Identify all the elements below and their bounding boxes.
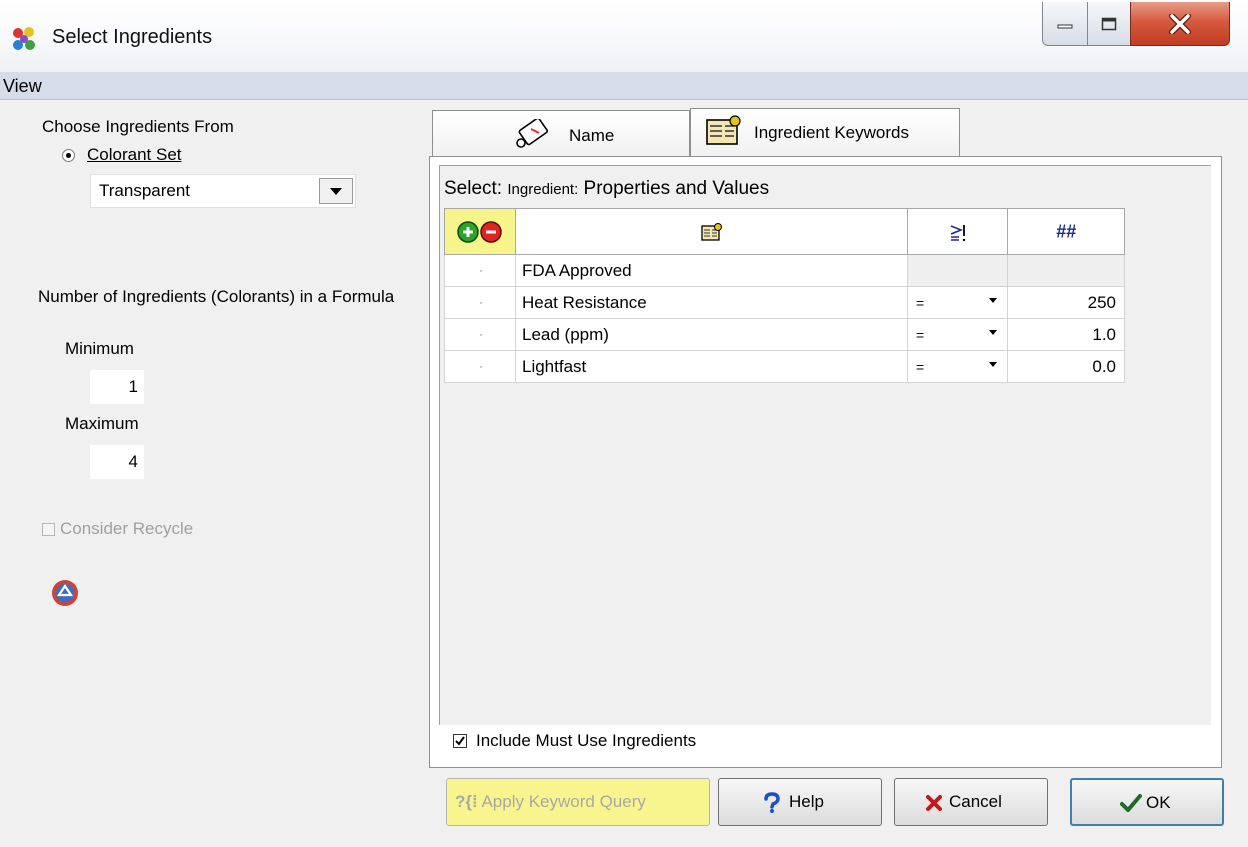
include-must-use-checkbox[interactable] bbox=[453, 734, 467, 748]
ok-label: OK bbox=[1146, 793, 1171, 812]
minimize-button[interactable] bbox=[1042, 2, 1088, 46]
number-of-ingredients-label: Number of Ingredients (Colorants) in a F… bbox=[38, 287, 395, 306]
choose-ingredients-label: Choose Ingredients From bbox=[42, 117, 234, 136]
row-selector[interactable] bbox=[444, 287, 516, 319]
row-selector[interactable] bbox=[444, 351, 516, 383]
include-must-use-label[interactable]: Include Must Use Ingredients bbox=[476, 731, 696, 751]
consider-recycle-label[interactable]: Consider Recycle bbox=[60, 519, 193, 539]
properties-label: Properties and Values bbox=[583, 178, 770, 199]
menu-view[interactable]: View bbox=[3, 76, 42, 97]
colorant-set-dropdown[interactable]: Transparent bbox=[90, 174, 356, 208]
cancel-button[interactable]: Cancel bbox=[894, 778, 1048, 826]
operator-dropdown[interactable]: = bbox=[908, 319, 1008, 351]
maximize-icon bbox=[1101, 17, 1117, 30]
property-cell[interactable]: Lightfast bbox=[516, 351, 908, 383]
close-icon bbox=[1169, 13, 1191, 34]
value-header: ## bbox=[1008, 208, 1125, 255]
checkmark-icon bbox=[455, 736, 465, 746]
keyword-icon bbox=[700, 222, 722, 241]
minimum-value: 1 bbox=[128, 377, 138, 396]
tab-ingredient-keywords-label: Ingredient Keywords bbox=[754, 123, 909, 142]
chevron-down-icon[interactable] bbox=[989, 330, 997, 335]
tab-name[interactable]: Name bbox=[432, 110, 690, 157]
name-tag-icon bbox=[516, 119, 549, 148]
recycle-icon[interactable] bbox=[50, 578, 80, 608]
ok-button[interactable]: OK bbox=[1070, 778, 1224, 826]
add-remove-icon[interactable] bbox=[456, 220, 504, 244]
add-remove-header[interactable] bbox=[444, 208, 516, 255]
tab-name-label: Name bbox=[569, 126, 615, 145]
consider-recycle-checkbox[interactable] bbox=[42, 523, 55, 536]
colorant-set-radio[interactable] bbox=[62, 149, 75, 162]
value-cell[interactable]: 1.0 bbox=[1008, 319, 1125, 351]
value-cell[interactable]: 0.0 bbox=[1008, 351, 1125, 383]
operator-dropdown[interactable]: = bbox=[908, 287, 1008, 319]
table-row[interactable]: FDA Approved bbox=[444, 255, 1125, 287]
maximum-label: Maximum bbox=[65, 414, 139, 433]
value-icon: ## bbox=[1055, 221, 1077, 241]
help-icon bbox=[764, 792, 780, 813]
tab-ingredient-keywords[interactable]: Ingredient Keywords bbox=[690, 108, 960, 156]
minimize-icon bbox=[1057, 24, 1073, 28]
table-row[interactable]: Lightfast = 0.0 bbox=[444, 351, 1125, 383]
apply-keyword-query-label: Apply Keyword Query bbox=[481, 792, 646, 811]
colorant-app-icon bbox=[13, 27, 35, 50]
operator-dropdown[interactable]: = bbox=[908, 351, 1008, 383]
property-cell[interactable]: Heat Resistance bbox=[516, 287, 908, 319]
chevron-down-icon[interactable] bbox=[989, 298, 997, 303]
property-cell[interactable]: Lead (ppm) bbox=[516, 319, 908, 351]
operator-header bbox=[908, 208, 1008, 255]
window-title: Select Ingredients bbox=[52, 26, 213, 48]
ingredient-label: Ingredient: bbox=[507, 181, 579, 198]
chevron-down-icon[interactable] bbox=[989, 362, 997, 367]
grid-header-row: ## bbox=[444, 208, 1125, 255]
row-selector[interactable] bbox=[444, 255, 516, 287]
close-button[interactable] bbox=[1130, 2, 1230, 46]
row-selector[interactable] bbox=[444, 319, 516, 351]
operator-cell bbox=[908, 255, 1008, 287]
operator-icon bbox=[950, 224, 965, 241]
menu-bar: View bbox=[0, 72, 1248, 100]
colorant-set-value: Transparent bbox=[99, 181, 191, 200]
query-icon: ?{⁞ bbox=[455, 792, 478, 811]
value-cell bbox=[1008, 255, 1125, 287]
help-button[interactable]: Help bbox=[718, 778, 882, 826]
ok-check-icon bbox=[1120, 794, 1142, 812]
minimum-input[interactable]: 1 bbox=[90, 370, 144, 404]
select-label: Select: bbox=[444, 178, 503, 199]
table-row[interactable]: Lead (ppm) = 1.0 bbox=[444, 319, 1125, 351]
maximize-button[interactable] bbox=[1087, 2, 1131, 46]
help-label: Help bbox=[789, 792, 824, 811]
colorant-set-label[interactable]: Colorant Set bbox=[87, 145, 182, 165]
maximum-input[interactable]: 4 bbox=[90, 445, 144, 479]
minimum-label: Minimum bbox=[65, 339, 134, 358]
maximum-value: 4 bbox=[128, 452, 138, 471]
apply-keyword-query-button[interactable]: ?{⁞ Apply Keyword Query bbox=[446, 778, 710, 826]
property-cell[interactable]: FDA Approved bbox=[516, 255, 908, 287]
keywords-icon bbox=[706, 115, 741, 145]
keyword-header bbox=[516, 208, 908, 255]
cancel-label: Cancel bbox=[949, 792, 1002, 811]
cancel-icon bbox=[926, 795, 942, 811]
chevron-down-icon[interactable] bbox=[319, 178, 353, 204]
value-cell[interactable]: 250 bbox=[1008, 287, 1125, 319]
table-row[interactable]: Heat Resistance = 250 bbox=[444, 287, 1125, 319]
title-bar[interactable]: Select Ingredients bbox=[0, 0, 1248, 72]
grid-title: Select: Ingredient: Properties and Value… bbox=[444, 178, 769, 200]
